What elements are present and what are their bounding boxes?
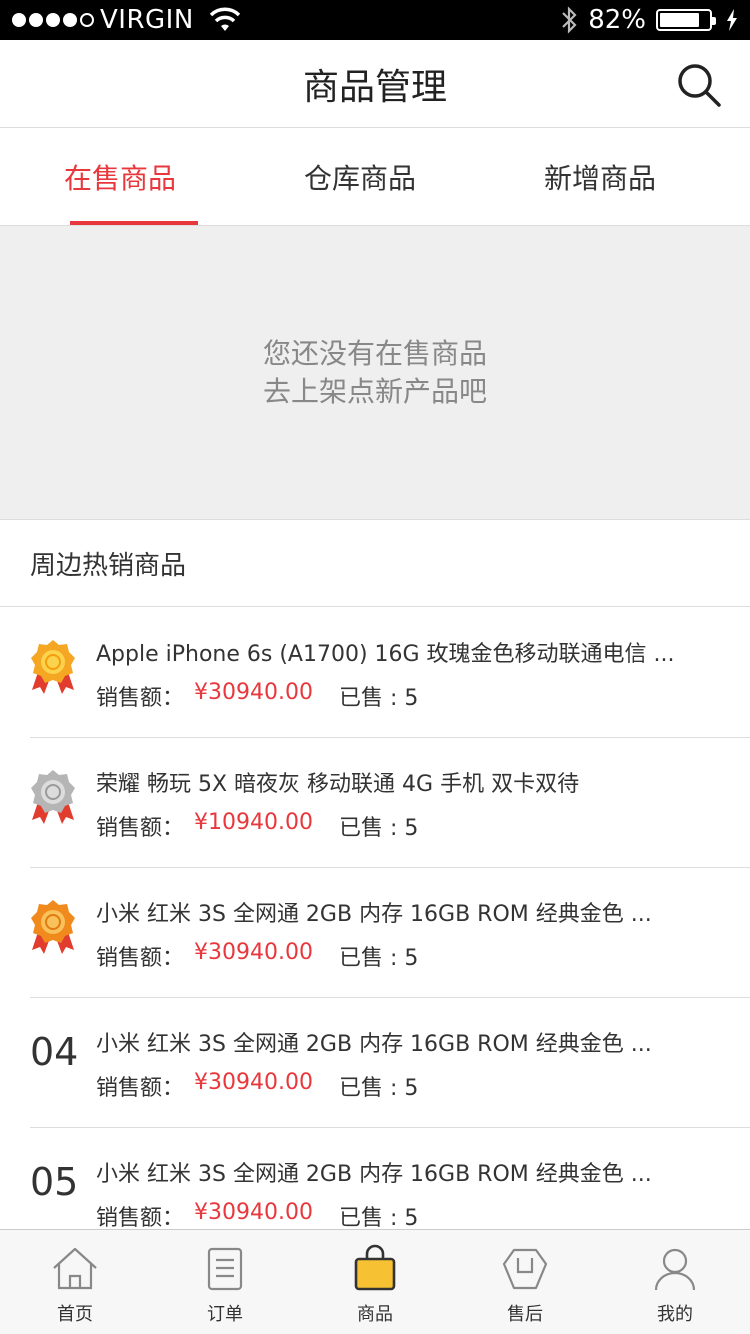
sold-count: 5	[404, 1206, 419, 1231]
user-icon	[654, 1248, 696, 1291]
after-sales-icon	[502, 1248, 548, 1290]
tab-active-indicator	[70, 221, 198, 225]
sales-label: 销售额：	[96, 946, 185, 971]
tab-label: 新增商品	[543, 161, 656, 195]
sales-label: 销售额：	[96, 686, 185, 711]
item-meta: 销售额： ¥30940.00 已售 : 5	[96, 940, 418, 972]
home-icon	[53, 1247, 97, 1290]
navigation-bar: 商品管理	[0, 40, 750, 128]
bluetooth-icon	[562, 6, 577, 34]
sold-count: 5	[404, 816, 419, 841]
sales-label: 销售额：	[96, 816, 185, 841]
sold-count: 5	[404, 1076, 419, 1101]
status-bar: VIRGIN 82%	[0, 0, 750, 40]
item-meta: 销售额： ¥30940.00 已售 : 5	[96, 680, 418, 712]
list-item[interactable]: 荣耀 畅玩 5X 暗夜灰 移动联通 4G 手机 双卡双待 销售额： ¥10940…	[30, 738, 750, 868]
segment-tabs: 在售商品 仓库商品 新增商品	[0, 128, 750, 226]
tabbar-item-after-sales[interactable]: 售后	[450, 1230, 600, 1334]
sales-amount: ¥10940.00	[194, 810, 313, 835]
tabbar-label: 首页	[57, 1304, 93, 1325]
gold-medal-icon	[31, 640, 75, 694]
sales-label: 销售额：	[96, 1206, 185, 1231]
tabbar-item-products[interactable]: 商品	[300, 1230, 450, 1334]
battery-percentage: 82%	[588, 5, 646, 35]
sales-amount: ¥30940.00	[194, 1200, 313, 1225]
tabbar-item-me[interactable]: 我的	[600, 1230, 750, 1334]
item-title: 小米 红米 3S 全网通 2GB 内存 16GB ROM 经典金色 ...	[96, 902, 652, 927]
sales-amount: ¥30940.00	[194, 680, 313, 705]
tab-new-product[interactable]: 新增商品	[480, 128, 720, 225]
charging-icon	[727, 9, 737, 31]
tab-warehouse[interactable]: 仓库商品	[240, 128, 480, 225]
sales-amount: ¥30940.00	[194, 940, 313, 965]
empty-state: 您还没有在售商品 去上架点新产品吧	[0, 226, 750, 520]
rank-number: 05	[30, 1160, 79, 1204]
list-item[interactable]: 小米 红米 3S 全网通 2GB 内存 16GB ROM 经典金色 ... 销售…	[30, 868, 750, 998]
tab-on-sale[interactable]: 在售商品	[0, 128, 240, 225]
sold-count: 5	[404, 946, 419, 971]
sales-label: 销售额：	[96, 1076, 185, 1101]
rank-number: 04	[30, 1030, 79, 1074]
item-meta: 销售额： ¥10940.00 已售 : 5	[96, 810, 418, 842]
tabbar-label: 商品	[357, 1304, 393, 1325]
sold-label: 已售 : 5	[339, 1206, 419, 1231]
search-icon[interactable]	[676, 62, 722, 108]
empty-state-line-2: 去上架点新产品吧	[262, 374, 487, 408]
item-title: 小米 红米 3S 全网通 2GB 内存 16GB ROM 经典金色 ...	[96, 1162, 652, 1187]
item-title: 荣耀 畅玩 5X 暗夜灰 移动联通 4G 手机 双卡双待	[96, 772, 580, 797]
tabbar-item-orders[interactable]: 订单	[150, 1230, 300, 1334]
carrier-name: VIRGIN	[100, 5, 194, 35]
hot-products-list: Apple iPhone 6s (A1700) 16G 玫瑰金色移动联通电信 .…	[0, 608, 750, 1258]
section-title-text: 周边热销商品	[30, 551, 187, 581]
battery-icon	[656, 9, 716, 31]
sales-amount: ¥30940.00	[194, 1070, 313, 1095]
bronze-medal-icon	[31, 900, 75, 954]
section-title: 周边热销商品	[0, 521, 750, 607]
silver-medal-icon	[31, 770, 75, 824]
order-icon	[207, 1247, 243, 1291]
tab-label: 仓库商品	[303, 161, 416, 195]
signal-strength-icon	[12, 13, 94, 27]
tabbar-item-home[interactable]: 首页	[0, 1230, 150, 1334]
item-meta: 销售额： ¥30940.00 已售 : 5	[96, 1070, 418, 1102]
sold-label: 已售 : 5	[339, 686, 419, 711]
item-title: 小米 红米 3S 全网通 2GB 内存 16GB ROM 经典金色 ...	[96, 1032, 652, 1057]
tabbar-label: 售后	[507, 1304, 543, 1325]
item-title: Apple iPhone 6s (A1700) 16G 玫瑰金色移动联通电信 .…	[96, 642, 675, 667]
sold-label: 已售 : 5	[339, 816, 419, 841]
empty-state-line-1: 您还没有在售商品	[262, 336, 487, 370]
bottom-tab-bar: 首页 订单 商品 售后 我的	[0, 1229, 750, 1334]
sold-label: 已售 : 5	[339, 946, 419, 971]
item-meta: 销售额： ¥30940.00 已售 : 5	[96, 1200, 418, 1232]
sold-label: 已售 : 5	[339, 1076, 419, 1101]
tabbar-label: 订单	[207, 1304, 243, 1325]
list-item[interactable]: Apple iPhone 6s (A1700) 16G 玫瑰金色移动联通电信 .…	[30, 608, 750, 738]
sold-count: 5	[404, 686, 419, 711]
wifi-icon	[209, 7, 241, 31]
page-title: 商品管理	[302, 66, 447, 108]
list-item[interactable]: 04 小米 红米 3S 全网通 2GB 内存 16GB ROM 经典金色 ...…	[30, 998, 750, 1128]
tabbar-label: 我的	[657, 1304, 693, 1325]
bag-icon	[354, 1244, 396, 1291]
tab-label: 在售商品	[63, 161, 176, 195]
